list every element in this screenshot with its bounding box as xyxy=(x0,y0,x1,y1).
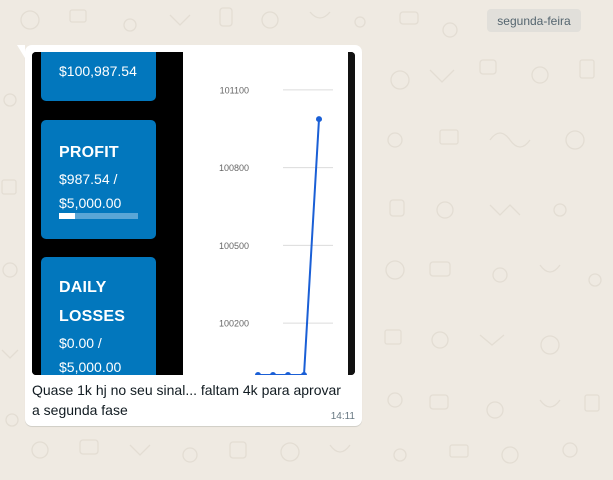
chart-series-line xyxy=(258,119,320,375)
chart-point-2 xyxy=(285,372,291,375)
balance-card: $100,987.54 xyxy=(41,52,156,101)
profit-progress-bar xyxy=(59,213,138,219)
daily-losses-title-line2: LOSSES xyxy=(59,308,126,325)
message-bubble[interactable]: $100,987.54 PROFIT $987.54 / $5,000.00 D… xyxy=(17,45,362,426)
chart-point-3 xyxy=(301,372,307,375)
daily-losses-card: DAILY LOSSES $0.00 / $5,000.00 xyxy=(41,257,156,375)
line-chart-svg: 101100 100800 100500 100200 xyxy=(219,85,333,375)
balance-chart: 101100 100800 100500 100200 xyxy=(183,52,348,375)
chart-point-0 xyxy=(255,372,261,375)
message-time: 14:11 xyxy=(330,411,355,422)
profit-value-line2: $5,000.00 xyxy=(59,195,122,211)
profit-value-line1: $987.54 / xyxy=(59,171,118,187)
profit-title: PROFIT xyxy=(59,144,119,161)
daily-losses-value-line2: $5,000.00 xyxy=(59,359,122,375)
image-edge xyxy=(348,52,355,375)
chart-point-4 xyxy=(316,116,322,123)
balance-value: $100,987.54 xyxy=(59,63,137,79)
dashboard-panel: $100,987.54 PROFIT $987.54 / $5,000.00 D… xyxy=(32,52,183,375)
bubble-tail xyxy=(17,45,25,58)
chart-y-tick-2: 100500 xyxy=(219,241,249,251)
date-chip: segunda-feira xyxy=(487,9,581,32)
message-image[interactable]: $100,987.54 PROFIT $987.54 / $5,000.00 D… xyxy=(32,52,355,375)
chart-point-1 xyxy=(270,372,276,375)
message-caption: Quase 1k hj no seu sinal... faltam 4k pa… xyxy=(32,382,341,418)
chart-y-tick-1: 100800 xyxy=(219,163,249,173)
chart-y-tick-3: 100200 xyxy=(219,319,249,329)
chart-y-tick-0: 101100 xyxy=(220,85,249,95)
profit-card: PROFIT $987.54 / $5,000.00 xyxy=(41,120,156,239)
daily-losses-value-line1: $0.00 / xyxy=(59,335,102,351)
profit-progress-fill xyxy=(59,213,75,219)
daily-losses-title-line1: DAILY xyxy=(59,279,107,296)
